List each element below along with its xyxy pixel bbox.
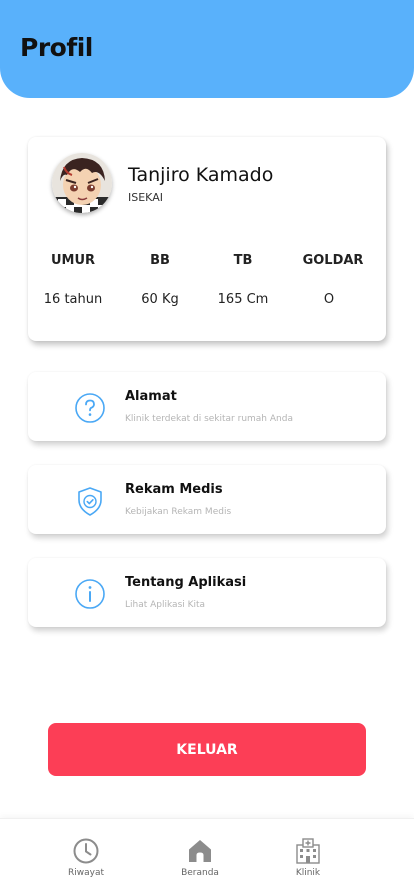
stat-value-tb: 165 Cm	[217, 292, 269, 307]
nav-label: Beranda	[181, 868, 219, 878]
stat-label-umur: UMUR	[50, 253, 96, 268]
profile-card: Tanjiro Kamado ISEKAI UMUR BB TB GOLDAR …	[28, 137, 386, 341]
page-title: Profil	[20, 33, 93, 62]
menu-subtitle: Klinik terdekat di sekitar rumah Anda	[125, 414, 293, 424]
app-header: Profil	[0, 0, 414, 98]
menu-item-tentang-aplikasi[interactable]: Tentang Aplikasi Lihat Aplikasi Kita	[28, 558, 386, 627]
clock-icon	[73, 838, 99, 864]
stat-value-umur: 16 tahun	[43, 292, 103, 307]
menu-title: Rekam Medis	[125, 482, 223, 497]
nav-label: Riwayat	[68, 868, 104, 878]
profile-name: Tanjiro Kamado	[128, 164, 274, 186]
hospital-icon	[296, 838, 320, 864]
question-circle-icon	[75, 393, 105, 423]
stat-value-goldar: O	[323, 292, 335, 307]
nav-item-klinik[interactable]: Klinik	[268, 837, 348, 878]
stat-label-tb: TB	[233, 253, 253, 268]
avatar	[52, 153, 112, 213]
stat-value-bb: 60 Kg	[141, 292, 179, 307]
logout-button[interactable]: KELUAR	[48, 723, 366, 776]
stat-label-bb: BB	[150, 253, 170, 268]
menu-subtitle: Kebijakan Rekam Medis	[125, 507, 232, 517]
stat-label-goldar: GOLDAR	[302, 253, 364, 268]
profile-subtitle: ISEKAI	[128, 191, 163, 204]
nav-item-beranda[interactable]: Beranda	[160, 837, 240, 878]
nav-label: Klinik	[295, 868, 321, 878]
menu-title: Alamat	[125, 389, 177, 404]
shield-check-icon	[78, 487, 102, 516]
menu-title: Tentang Aplikasi	[125, 575, 247, 590]
info-circle-icon	[75, 579, 105, 609]
menu-item-alamat[interactable]: Alamat Klinik terdekat di sekitar rumah …	[28, 372, 386, 441]
nav-item-riwayat[interactable]: Riwayat	[46, 837, 126, 878]
menu-subtitle: Lihat Aplikasi Kita	[125, 600, 206, 610]
bottom-nav: Riwayat Beranda Klinik	[0, 818, 414, 896]
menu-item-rekam-medis[interactable]: Rekam Medis Kebijakan Rekam Medis	[28, 465, 386, 534]
home-icon	[189, 840, 211, 862]
